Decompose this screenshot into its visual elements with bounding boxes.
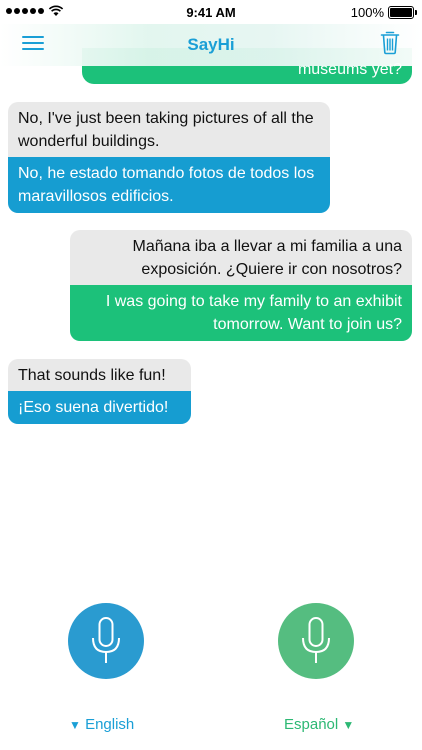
- navigation-bar: SayHi: [0, 24, 422, 66]
- battery-icon: [388, 6, 417, 19]
- message-translation: No, he estado tomando fotos de todos los…: [8, 157, 330, 213]
- spanish-language-label: Español: [284, 716, 339, 733]
- microphone-icon: [92, 617, 120, 663]
- english-language-label: English: [85, 716, 135, 733]
- message-bubble: That sounds like fun! ¡Eso suena diverti…: [8, 359, 191, 424]
- english-microphone-button[interactable]: [68, 603, 144, 679]
- status-bar: 9:41 AM 100%: [0, 0, 422, 24]
- microphone-icon: [302, 617, 330, 663]
- spanish-language-selector[interactable]: Español ▼: [284, 716, 354, 733]
- message-source: That sounds like fun!: [8, 359, 191, 391]
- english-language-selector[interactable]: ▼ English: [69, 716, 134, 733]
- spanish-microphone-button[interactable]: [278, 603, 354, 679]
- message-bubble: No, I've just been taking pictures of al…: [8, 102, 330, 213]
- dropdown-arrow-icon: ▼: [342, 718, 355, 732]
- battery-percentage: 100%: [350, 5, 384, 20]
- message-source: No, I've just been taking pictures of al…: [8, 102, 330, 157]
- message-source: Mañana iba a llevar a mi familia a una e…: [70, 230, 412, 285]
- message-translation: ¡Eso suena divertido!: [8, 391, 191, 424]
- message-translation: I was going to take my family to an exhi…: [70, 285, 412, 341]
- dropdown-arrow-icon: ▼: [69, 718, 81, 732]
- conversation-view[interactable]: museums yet? No, I've just been taking p…: [0, 0, 422, 580]
- message-source-text: No, I've just been taking pictures of al…: [18, 110, 314, 150]
- message-bubble: Mañana iba a llevar a mi familia a una e…: [70, 230, 412, 341]
- trash-icon[interactable]: [380, 30, 400, 55]
- message-translation-text: No, he estado tomando fotos de todos los…: [18, 165, 315, 205]
- app-title: SayHi: [187, 35, 235, 54]
- message-source-text: Mañana iba a llevar a mi familia a una e…: [132, 238, 402, 278]
- message-translation-text: ¡Eso suena divertido!: [18, 399, 169, 416]
- message-translation-text: I was going to take my family to an exhi…: [105, 293, 402, 333]
- message-source-text: That sounds like fun!: [18, 367, 166, 384]
